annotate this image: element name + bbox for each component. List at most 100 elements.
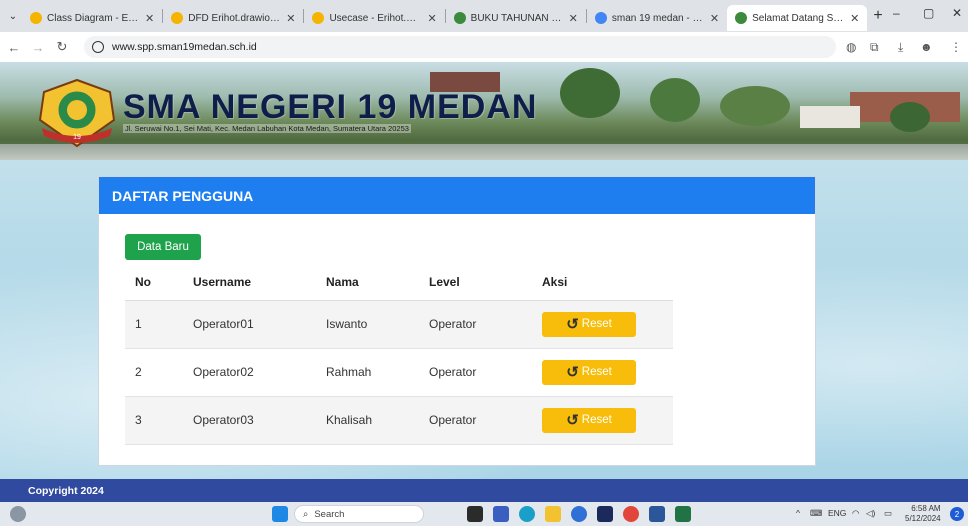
chat-icon[interactable]: [493, 506, 509, 522]
tab-close-icon[interactable]: ✕: [286, 12, 295, 25]
tab-close-icon[interactable]: ✕: [850, 12, 859, 25]
address-toolbar: ← → ↻ www.spp.sman19medan.sch.id ◍ ⧉ ⤓ ☻…: [0, 32, 968, 62]
close-window-icon[interactable]: ✕: [952, 6, 962, 20]
card-title: DAFTAR PENGGUNA: [99, 177, 815, 214]
column-header-no: No: [125, 265, 183, 301]
reset-button[interactable]: ↺ Reset: [542, 407, 636, 433]
cell-level: Operator: [419, 348, 532, 397]
browser-tab[interactable]: BUKU TAHUNAN – S ✕: [446, 5, 586, 31]
browser-tab[interactable]: DFD Erihot.drawio - d ✕: [163, 5, 303, 31]
minimize-icon[interactable]: –: [893, 6, 900, 20]
notification-badge[interactable]: 2: [950, 507, 964, 521]
clock-date: 5/12/2024: [905, 514, 941, 523]
cell-no: 3: [125, 396, 183, 445]
table-header-row: No Username Nama Level Aksi: [125, 265, 673, 301]
start-windows-icon[interactable]: [272, 506, 288, 522]
table-row: 3 Operator03 Khalisah Operator ↺ Reset: [125, 396, 673, 445]
language-indicator[interactable]: ENG: [828, 508, 846, 518]
battery-icon[interactable]: ▭: [884, 508, 892, 519]
new-tab-button[interactable]: +: [873, 7, 882, 25]
tab-close-icon[interactable]: ✕: [145, 12, 154, 25]
banner-tree: [890, 102, 930, 132]
cell-level: Operator: [419, 300, 532, 349]
page-footer: Copyright 2024: [0, 479, 968, 502]
column-header-aksi: Aksi: [532, 265, 673, 301]
widgets-icon[interactable]: [10, 506, 26, 522]
word-icon[interactable]: [649, 506, 665, 522]
reload-icon[interactable]: ↻: [52, 39, 72, 55]
clock-time: 6:58 AM: [911, 504, 941, 513]
tab-title: BUKU TAHUNAN – S: [470, 12, 563, 24]
site-info-icon[interactable]: [92, 41, 104, 53]
user-list-card: DAFTAR PENGGUNA Data Baru No Username Na…: [98, 176, 816, 466]
tab-favicon-icon: [594, 12, 607, 24]
browser-tab[interactable]: sman 19 medan - Go ✕: [587, 5, 727, 31]
chrome-icon[interactable]: [623, 506, 639, 522]
reset-label: Reset: [581, 414, 612, 426]
new-data-button[interactable]: Data Baru: [125, 234, 201, 260]
reset-undo-icon: ↺: [566, 411, 579, 429]
table-row: 1 Operator01 Iswanto Operator ↺ Reset: [125, 300, 673, 349]
tabs-container: Class Diagram - Erihc ✕ DFD Erihot.drawio …: [22, 1, 868, 31]
menu-icon[interactable]: ⋮: [950, 40, 962, 54]
tab-close-icon[interactable]: ✕: [710, 12, 719, 25]
extensions-icon[interactable]: ⧉: [870, 40, 879, 55]
cell-no: 2: [125, 348, 183, 397]
reset-button[interactable]: ↺ Reset: [542, 359, 636, 385]
cell-nama: Rahmah: [316, 348, 419, 397]
cell-level: Operator: [419, 396, 532, 445]
cell-nama: Khalisah: [316, 396, 419, 445]
banner-tree: [650, 78, 700, 122]
file-explorer-icon[interactable]: [545, 506, 561, 522]
tab-title: Class Diagram - Erihc: [47, 12, 139, 24]
cell-action: ↺ Reset: [532, 300, 673, 349]
tab-title: DFD Erihot.drawio - d: [188, 12, 281, 24]
chrome-app-icon[interactable]: [571, 506, 587, 522]
back-icon[interactable]: ←: [4, 40, 24, 55]
column-header-username: Username: [183, 265, 316, 301]
taskbar-search-input[interactable]: ⌕ Search: [294, 505, 424, 523]
wifi-icon[interactable]: ◠: [852, 508, 859, 519]
tab-favicon-icon: [30, 12, 42, 24]
browser-tab[interactable]: Selamat Datang Sisw ✕: [727, 5, 868, 31]
cell-username: Operator02: [183, 348, 316, 397]
tab-title: Usecase - Erihot.draw: [329, 12, 422, 24]
web-page: 19 SMA NEGERI 19 MEDAN Jl. Seruwai No.1,…: [0, 62, 968, 502]
tab-close-icon[interactable]: ✕: [427, 12, 436, 25]
cell-nama: Iswanto: [316, 300, 419, 349]
edge-browser-icon[interactable]: [519, 506, 535, 522]
task-view-icon[interactable]: [467, 506, 483, 522]
photoshop-icon[interactable]: [597, 506, 613, 522]
table-row: 2 Operator02 Rahmah Operator ↺ Reset: [125, 348, 673, 397]
translate-icon[interactable]: ◍: [846, 40, 856, 54]
url-input[interactable]: www.spp.sman19medan.sch.id: [84, 36, 836, 58]
taskbar-clock[interactable]: 6:58 AM 5/12/2024: [905, 504, 941, 524]
school-logo: 19: [38, 78, 116, 148]
profile-icon[interactable]: ☻: [920, 40, 933, 54]
browser-tab-strip: ⌄ Class Diagram - Erihc ✕ DFD Erihot.drawi…: [0, 0, 968, 32]
maximize-icon[interactable]: ▢: [923, 6, 934, 20]
cell-username: Operator03: [183, 396, 316, 445]
tab-close-icon[interactable]: ✕: [569, 12, 578, 25]
browser-tab[interactable]: Usecase - Erihot.draw ✕: [304, 5, 444, 31]
cell-action: ↺ Reset: [532, 348, 673, 397]
url-text: www.spp.sman19medan.sch.id: [112, 41, 257, 53]
banner-road: [0, 144, 968, 160]
reset-undo-icon: ↺: [566, 363, 579, 381]
column-header-level: Level: [419, 265, 532, 301]
excel-icon[interactable]: [675, 506, 691, 522]
tab-favicon-icon: [312, 12, 325, 24]
browser-tab[interactable]: Class Diagram - Erihc ✕: [22, 5, 162, 31]
keyboard-icon[interactable]: ⌨: [810, 508, 822, 519]
reset-label: Reset: [581, 366, 612, 378]
banner-building: [800, 106, 860, 128]
forward-icon[interactable]: →: [28, 40, 48, 55]
tray-chevron-icon[interactable]: ^: [796, 508, 800, 518]
volume-icon[interactable]: ◁): [866, 508, 875, 519]
download-icon[interactable]: ⤓: [898, 40, 903, 55]
svg-text:19: 19: [73, 134, 81, 141]
tab-title: Selamat Datang Sisw: [752, 12, 845, 24]
os-taskbar: ⌕ Search ^ ⌨ ENG ◠ ◁) ▭ 6:58 AM 5/12/202…: [0, 502, 968, 526]
reset-button[interactable]: ↺ Reset: [542, 311, 636, 337]
tab-search-chevron-icon[interactable]: ⌄: [4, 6, 22, 26]
